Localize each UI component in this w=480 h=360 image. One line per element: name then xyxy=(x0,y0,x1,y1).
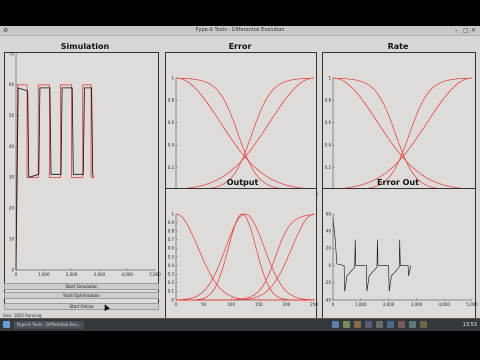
mail-icon[interactable] xyxy=(398,321,405,328)
start-optimization-button[interactable]: Start Optimization xyxy=(4,292,159,299)
error-out-xtick: 5,000 xyxy=(466,302,478,307)
clock: 13:53 xyxy=(462,322,477,328)
main-window: ⚙ Pype-it Tools - Differential Evolution… xyxy=(0,26,480,320)
update-icon[interactable] xyxy=(365,321,372,328)
bluetooth-icon[interactable] xyxy=(420,321,427,328)
battery-icon[interactable] xyxy=(354,321,361,328)
error-out-xtick: 0 xyxy=(332,302,335,307)
error-out-ytick: -40 xyxy=(324,297,331,302)
error-out-xtick: 3,000 xyxy=(411,302,423,307)
error-out-xtick: 4,000 xyxy=(438,302,450,307)
error-out-ytick: 20 xyxy=(326,246,332,251)
error-out-xtick: 1,000 xyxy=(355,302,367,307)
start-online-button[interactable]: Start Online xyxy=(4,303,159,310)
error-out-ytick: 0 xyxy=(328,263,331,268)
taskbar-item-window[interactable]: Pype-it Tools - Differential Evo... xyxy=(14,321,84,329)
error-out-xtick: 2,000 xyxy=(383,302,395,307)
error-out-line xyxy=(332,218,412,292)
error-out-ytick: 60 xyxy=(326,211,332,216)
taskbar: Pype-it Tools - Differential Evo... 13:5… xyxy=(0,318,480,331)
error-out-ytick: 40 xyxy=(326,229,332,234)
chat-icon[interactable] xyxy=(409,321,416,328)
volume-icon[interactable] xyxy=(343,321,350,328)
network-icon[interactable] xyxy=(332,321,339,328)
start-simulation-button[interactable]: Start Simulation xyxy=(4,283,159,290)
keyboard-icon[interactable] xyxy=(376,321,383,328)
error-out-ytick: -20 xyxy=(324,280,331,285)
error-out-plot: -40 -20 0 20 40 60 0 1,000 2,000 3,000 4,000 5,000 xyxy=(324,211,478,307)
start-menu-icon[interactable] xyxy=(3,321,10,328)
display-icon[interactable] xyxy=(387,321,394,328)
